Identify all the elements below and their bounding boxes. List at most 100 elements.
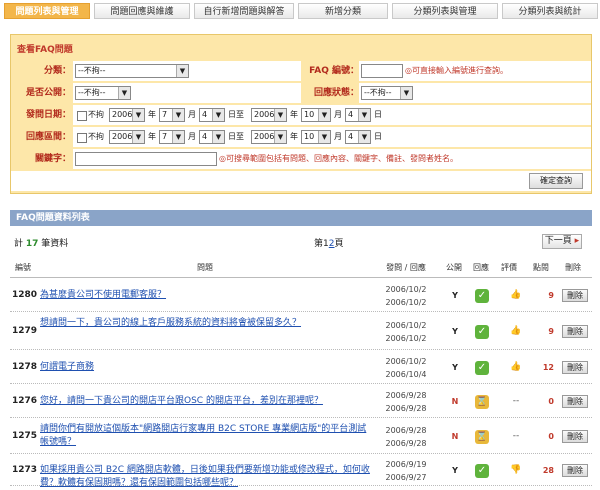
reply-to-day-select[interactable]: 4 ▼ xyxy=(345,130,371,144)
row-delete-button[interactable]: 刪除 xyxy=(562,325,588,338)
total-number: 17 xyxy=(25,239,39,249)
chevron-down-icon: ▼ xyxy=(172,109,184,121)
row-rating: 👍 xyxy=(510,362,522,372)
row-public: Y xyxy=(452,327,458,336)
row-question-link[interactable]: 為甚麼貴公司不使用電郵客服？ xyxy=(40,289,370,302)
hourglass-icon: ⌛ xyxy=(475,395,489,409)
top-tabs: 問題列表與管理 問題回應與維護 自行新增問題與解答 新增分類 分類列表與管理 分… xyxy=(4,3,598,21)
table-row: 1280 為甚麼貴公司不使用電郵客服？ 2006/10/2 2006/10/2 Y ✓ 👍 9… xyxy=(10,280,592,312)
category-select[interactable]: --不拘-- ▼ xyxy=(75,64,189,78)
row-public: Y xyxy=(452,291,458,300)
reply-from-day-select[interactable]: 4 ▼ xyxy=(199,130,225,144)
chevron-down-icon: ▼ xyxy=(118,87,130,99)
month-unit: 月 xyxy=(334,110,342,119)
row-delete-button[interactable]: 刪除 xyxy=(562,464,588,477)
row-id: 1273 xyxy=(12,465,38,475)
year-unit: 年 xyxy=(290,132,298,141)
ask-date-cell: 不拘 2006 ▼ 年 7 ▼ 月 4 ▼ 日至 2006 ▼ 年 10 ▼ 月 4 ▼ 日 xyxy=(73,105,591,125)
chevron-down-icon: ▼ xyxy=(274,109,286,121)
chevron-down-icon: ▼ xyxy=(132,131,144,143)
ask-from-day-select[interactable]: 4 ▼ xyxy=(199,108,225,122)
public-select[interactable]: --不拘-- ▼ xyxy=(75,86,131,100)
page-suffix: 頁 xyxy=(334,239,344,249)
row-question-link[interactable]: 請問你們有開放這個版本"網路開店行家專用 B2C STORE 專業網店版"的平台… xyxy=(40,423,370,449)
row-question-link[interactable]: 您好，請問一下貴公司的開店平台跟OSC 的開店平台，差別在那裡呢？ xyxy=(40,395,370,408)
row-clicks: 28 xyxy=(542,466,554,475)
row-question-link[interactable]: 何謂電子商務 xyxy=(40,361,370,374)
chevron-down-icon: ▼ xyxy=(176,65,188,77)
row-delete-button[interactable]: 刪除 xyxy=(562,361,588,374)
chevron-down-icon: ▼ xyxy=(212,109,224,121)
row-reply-date: 2006/10/4 xyxy=(385,370,427,379)
total-suffix: 筆資料 xyxy=(41,239,69,249)
public-select-value: --不拘-- xyxy=(78,88,106,97)
faq-no-input[interactable] xyxy=(361,64,403,78)
submit-cell: 確定查詢 xyxy=(11,171,591,191)
tab-question-reply[interactable]: 問題回應與維護 xyxy=(94,3,190,19)
row-reply-date: 2006/9/27 xyxy=(385,473,427,482)
reply-status-cell: --不拘-- ▼ xyxy=(359,83,591,103)
table-row: 1273 如果採用貴公司 B2C 網路開店軟體，日後如果我們要新增功能或修改程式，… xyxy=(10,456,592,488)
row-dates: 2006/10/2 2006/10/4 xyxy=(374,355,438,381)
row-ask-date: 2006/9/28 xyxy=(385,391,427,400)
tab-add-question[interactable]: 自行新增問題與解答 xyxy=(194,3,294,19)
tab-add-category[interactable]: 新增分類 xyxy=(298,3,388,19)
list-header: FAQ問題資料列表 xyxy=(10,210,592,226)
ask-from-year-value: 2006 xyxy=(112,110,133,119)
ask-to-year-select[interactable]: 2006 ▼ xyxy=(251,108,287,122)
row-public: Y xyxy=(452,363,458,372)
col-reply: 回應 xyxy=(473,263,489,272)
tab-category-manage[interactable]: 分類列表與管理 xyxy=(392,3,498,19)
reply-from-year-select[interactable]: 2006 ▼ xyxy=(109,130,145,144)
ask-from-year-select[interactable]: 2006 ▼ xyxy=(109,108,145,122)
table-row: 1279 想請問一下，貴公司的線上客戶服務系統的資料將會被保留多久？ 2006/10… xyxy=(10,314,592,350)
row-public: N xyxy=(451,397,459,406)
search-title: 查看FAQ問題 xyxy=(17,45,73,55)
next-page-button[interactable]: 下一頁 ▸ xyxy=(542,234,582,249)
pagination: 第12頁 xyxy=(314,236,344,249)
check-icon: ✓ xyxy=(475,289,489,303)
reply-from-month-select[interactable]: 7 ▼ xyxy=(159,130,185,144)
row-clicks: 9 xyxy=(548,291,554,300)
chevron-down-icon: ▼ xyxy=(274,131,286,143)
reply-to-year-select[interactable]: 2006 ▼ xyxy=(251,130,287,144)
next-page-label: 下一頁 xyxy=(544,236,572,246)
search-row-ask-date: 發問日期： 不拘 2006 ▼ 年 7 ▼ 月 4 ▼ 日至 2006 ▼ 年 10 ▼ … xyxy=(11,105,591,127)
chevron-down-icon: ▼ xyxy=(132,109,144,121)
ask-to-month-select[interactable]: 10 ▼ xyxy=(301,108,331,122)
row-question-link[interactable]: 如果採用貴公司 B2C 網路開店軟體，日後如果我們要新增功能或修改程式，如何收費… xyxy=(40,464,370,490)
page-prefix: 第 xyxy=(314,239,324,249)
row-delete-button[interactable]: 刪除 xyxy=(562,289,588,302)
chevron-down-icon: ▼ xyxy=(358,109,370,121)
faq-no-hint: ◎可直接輸入編號進行查詢。 xyxy=(405,66,508,75)
tab-question-list[interactable]: 問題列表與管理 xyxy=(4,3,90,19)
tab-category-stats[interactable]: 分類列表與統計 xyxy=(502,3,598,19)
submit-search-button[interactable]: 確定查詢 xyxy=(529,173,583,189)
table-row: 1276 您好，請問一下貴公司的開店平台跟OSC 的開店平台，差別在那裡呢？ 200… xyxy=(10,386,592,418)
col-delete: 刪除 xyxy=(565,263,581,272)
ask-to-year-value: 2006 xyxy=(254,110,275,119)
keyword-input[interactable] xyxy=(75,152,217,166)
row-question-link[interactable]: 想請問一下，貴公司的線上客戶服務系統的資料將會被保留多久？ xyxy=(40,317,370,330)
keyword-hint: ◎可搜尋範圍包括有問題、回應內容、關鍵字、備註、發問者姓名。 xyxy=(219,154,458,163)
row-delete-button[interactable]: 刪除 xyxy=(562,430,588,443)
hourglass-icon: ⌛ xyxy=(475,430,489,444)
row-dates: 2006/9/19 2006/9/27 xyxy=(374,458,438,484)
row-reply-date: 2006/10/2 xyxy=(385,298,427,307)
reply-status-select[interactable]: --不拘-- ▼ xyxy=(361,86,413,100)
chevron-down-icon: ▼ xyxy=(318,131,330,143)
row-delete-button[interactable]: 刪除 xyxy=(562,395,588,408)
ask-to-month-value: 10 xyxy=(304,110,315,119)
ask-from-month-select[interactable]: 7 ▼ xyxy=(159,108,185,122)
chevron-down-icon: ▼ xyxy=(212,131,224,143)
reply-status-select-value: --不拘-- xyxy=(364,88,392,97)
reply-date-any-checkbox[interactable] xyxy=(77,133,87,143)
ask-date-any-checkbox[interactable] xyxy=(77,111,87,121)
search-row-category: 分類： --不拘-- ▼ FAQ 編號： ◎可直接輸入編號進行查詢。 xyxy=(11,61,591,83)
ask-to-day-select[interactable]: 4 ▼ xyxy=(345,108,371,122)
reply-to-month-select[interactable]: 10 ▼ xyxy=(301,130,331,144)
col-public: 公開 xyxy=(446,263,462,272)
public-cell: --不拘-- ▼ xyxy=(73,83,301,103)
reply-to-day-value: 4 xyxy=(348,132,354,141)
row-rating: 👎 xyxy=(510,465,522,475)
